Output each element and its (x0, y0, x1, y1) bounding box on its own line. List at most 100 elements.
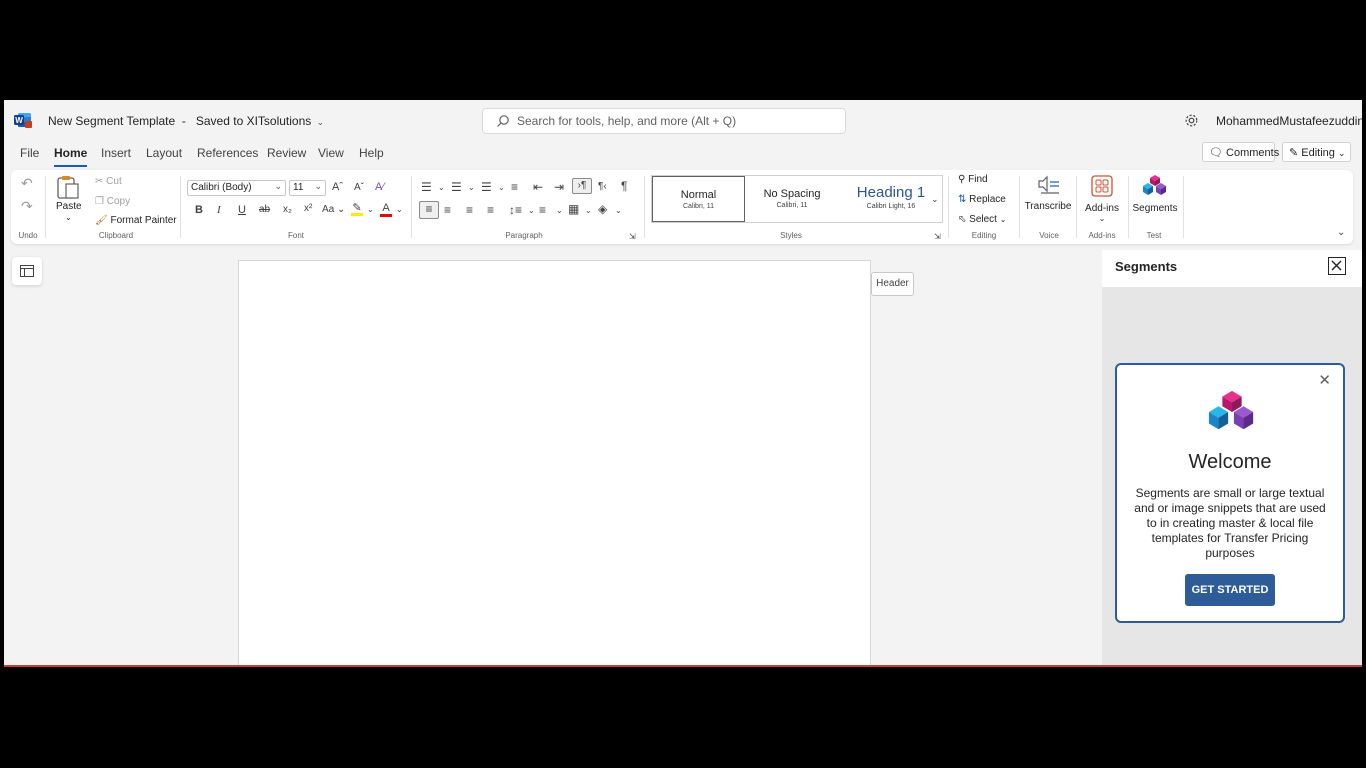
chevron-down-icon[interactable]: ⌄ (498, 181, 505, 195)
numbering-icon[interactable]: ☰ (451, 180, 462, 194)
styles-more-icon[interactable]: ⌄ (931, 192, 939, 206)
editing-mode-button[interactable]: ✎ Editing ⌄ (1282, 142, 1351, 162)
superscript-icon[interactable]: x² (304, 202, 312, 216)
chevron-down-icon[interactable]: ⌄ (438, 181, 445, 195)
dialog-launcher-icon[interactable]: ⇲ (629, 230, 636, 244)
tab-references[interactable]: References (197, 146, 258, 160)
brush-icon: 🖌 (95, 215, 108, 226)
multilevel-list-icon[interactable]: ☰ (481, 180, 492, 194)
grow-font-icon[interactable]: Aˆ (332, 180, 343, 194)
chevron-down-icon[interactable]: ⌄ (556, 204, 563, 218)
style-no-spacing[interactable]: No Spacing Calibri, 11 (745, 176, 839, 222)
user-name[interactable]: MohammedMustafeezuddin (1216, 114, 1362, 128)
close-icon[interactable]: ✕ (1318, 371, 1331, 389)
align-left-icon[interactable]: ≡ (419, 201, 439, 219)
strikethrough-button[interactable]: ab (259, 203, 270, 217)
transcribe-button[interactable]: Transcribe (1023, 174, 1073, 218)
segments-label: Segments (1132, 203, 1178, 214)
tab-help[interactable]: Help (359, 146, 384, 160)
transcribe-label: Transcribe (1024, 201, 1072, 212)
editing-group-label: Editing (971, 231, 997, 240)
align-right-icon[interactable]: ≡ (466, 203, 473, 217)
bold-button[interactable]: B (195, 203, 203, 217)
decrease-indent-icon[interactable]: ⇤ (533, 180, 543, 194)
chevron-down-icon[interactable]: ⌄ (367, 203, 374, 217)
segments-button[interactable]: Segments (1130, 174, 1180, 218)
chevron-down-icon[interactable]: ⌄ (528, 204, 535, 218)
find-button[interactable]: ⚲ Find (958, 174, 988, 185)
voice-group-label: Voice (1039, 231, 1059, 240)
tab-layout[interactable]: Layout (146, 146, 182, 160)
settings-gear-icon[interactable] (1184, 113, 1199, 128)
rtl-direction-icon[interactable]: ¶‹ (598, 180, 607, 194)
chevron-down-icon[interactable]: ⌄ (468, 181, 475, 195)
tab-insert[interactable]: Insert (101, 146, 131, 160)
change-case-button[interactable]: Aa ⌄ (322, 203, 345, 217)
navigation-pane-button[interactable] (12, 257, 42, 285)
chevron-down-icon[interactable]: ⌄ (615, 204, 622, 218)
divider (45, 176, 46, 238)
format-painter-button[interactable]: 🖌 Format Painter (95, 215, 177, 226)
subscript-icon[interactable]: x₂ (283, 203, 292, 217)
ribbon-collapse-chevron-icon[interactable]: ⌄ (1337, 226, 1345, 240)
search-input[interactable] (517, 113, 837, 129)
transcribe-icon (1038, 175, 1059, 194)
borders-icon[interactable]: ▦ (568, 202, 579, 216)
document-title[interactable]: New Segment Template - Saved to XITsolut… (48, 114, 324, 128)
ltr-direction-icon[interactable]: ›¶ (572, 178, 592, 194)
paste-label: Paste (56, 201, 82, 212)
italic-button[interactable]: I (217, 203, 221, 217)
increase-indent-icon[interactable]: ⇥ (554, 180, 564, 194)
shrink-font-icon[interactable]: Aˇ (354, 181, 364, 195)
bullets-icon[interactable]: ☰ (421, 180, 432, 194)
tab-home[interactable]: Home (54, 146, 88, 167)
align-center-icon[interactable]: ≡ (444, 203, 451, 217)
pane-close-button[interactable] (1328, 257, 1346, 275)
highlight-color-icon[interactable]: ✎ (351, 201, 363, 216)
list-icon[interactable]: ≡ (511, 180, 518, 194)
get-started-button[interactable]: GET STARTED (1185, 574, 1275, 606)
copy-button[interactable]: ❐ Copy (95, 196, 130, 207)
pane-body: ✕ Welcome Segments are small or large te… (1102, 287, 1362, 665)
divider (1019, 176, 1020, 238)
line-spacing-icon[interactable]: ↕≡ (509, 203, 522, 217)
font-size-select[interactable]: 11 ⌄ (289, 180, 326, 196)
font-name-select[interactable]: Calibri (Body) ⌄ (187, 180, 286, 196)
chevron-down-icon: ⌄ (1337, 148, 1346, 158)
svg-text:W: W (15, 116, 23, 125)
tab-review[interactable]: Review (267, 146, 306, 160)
divider (948, 176, 949, 238)
replace-button[interactable]: ⇅ Replace (958, 194, 1006, 205)
title-bar: W New Segment Template - Saved to XITsol… (4, 100, 1362, 142)
comments-button[interactable]: 🗨 Comments (1202, 142, 1279, 162)
font-color-icon[interactable]: A (380, 201, 392, 217)
close-icon (1331, 260, 1342, 271)
save-status: Saved to XITsolutions (195, 114, 312, 128)
tab-file[interactable]: File (20, 146, 39, 160)
redo-icon[interactable]: ↷ (21, 199, 33, 213)
shading-icon[interactable]: ◈ (598, 202, 607, 216)
show-formatting-icon[interactable]: ¶ (621, 179, 627, 193)
chevron-down-icon[interactable]: ⌄ (585, 204, 592, 218)
paragraph-spacing-icon[interactable]: ≡ (539, 203, 546, 217)
style-normal[interactable]: Normal Calibri, 11 (652, 176, 745, 222)
justify-icon[interactable]: ≡ (487, 203, 494, 217)
paste-button[interactable]: Paste ⌄ (55, 174, 83, 224)
clear-formatting-icon[interactable]: A⁄ (375, 180, 384, 194)
document-name: New Segment Template (48, 114, 176, 128)
search-box[interactable] (482, 108, 846, 134)
underline-button[interactable]: U (238, 203, 246, 217)
document-page[interactable] (238, 260, 871, 665)
style-heading-1[interactable]: Heading 1 Calibri Light, 16 (839, 176, 943, 222)
chevron-down-icon[interactable]: ⌄ (396, 203, 403, 217)
tab-view[interactable]: View (318, 146, 344, 160)
undo-icon[interactable]: ↶ (21, 176, 33, 190)
copy-icon: ❐ (95, 196, 104, 207)
select-button[interactable]: ⬁ Select ⌄ (958, 214, 1006, 225)
divider (1183, 176, 1184, 238)
cut-button[interactable]: ✂ Cut (95, 176, 122, 187)
cursor-icon: ⬁ (958, 214, 967, 225)
word-app-window: W New Segment Template - Saved to XITsol… (4, 100, 1362, 667)
add-ins-button[interactable]: Add-ins ⌄ (1080, 174, 1124, 226)
dialog-launcher-icon[interactable]: ⇲ (934, 230, 941, 244)
